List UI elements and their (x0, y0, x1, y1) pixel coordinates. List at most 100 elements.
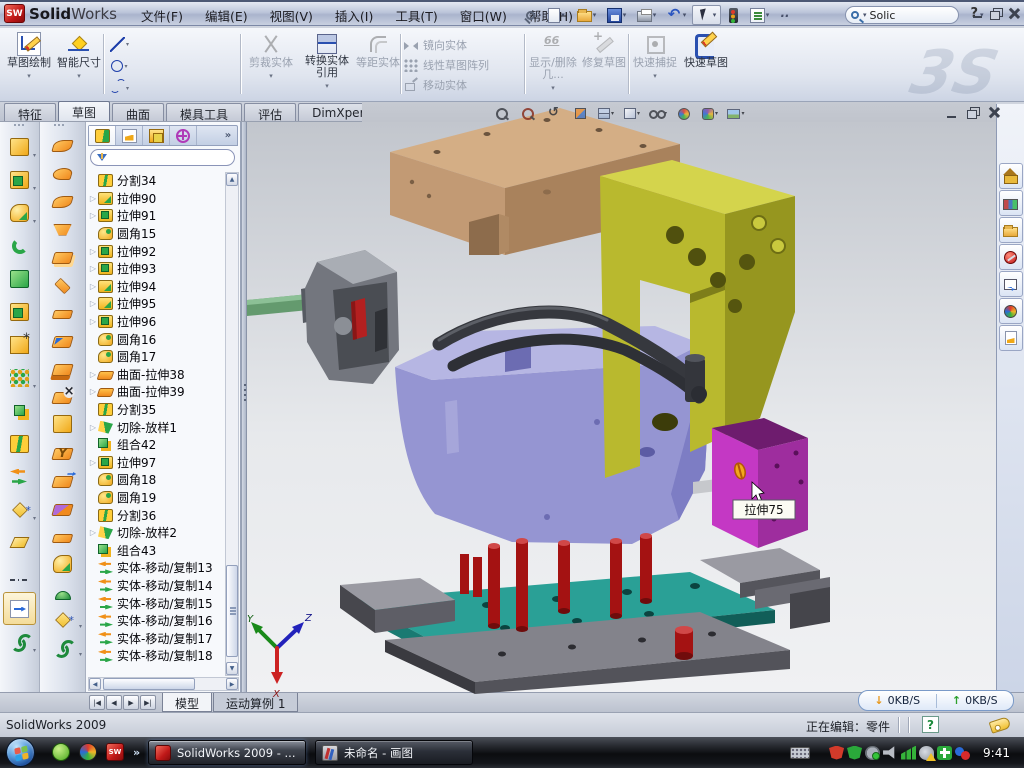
tree-item[interactable]: ▷ 分割34 (88, 172, 224, 190)
tree-item[interactable]: ▷ 曲面-拉伸39 (88, 383, 224, 401)
new-document-icon[interactable] (542, 5, 571, 25)
mirror-entities-button[interactable]: 镜向实体 (404, 35, 524, 55)
red-shield-icon[interactable] (829, 746, 844, 760)
smart-dimension-button[interactable]: 智能尺寸 (56, 32, 102, 98)
doc-restore-button[interactable] (966, 106, 982, 120)
tree-item[interactable]: ▷ 拉伸94 (88, 278, 224, 296)
tree-item[interactable]: ▷ 圆角18 (88, 471, 224, 489)
rebuild-icon[interactable] (722, 5, 744, 25)
extruded-surface-icon[interactable] (40, 186, 85, 214)
close-button[interactable] (1007, 7, 1021, 20)
split-icon[interactable] (0, 427, 39, 460)
quick-tips-button[interactable]: ? (922, 716, 939, 733)
featuremanager-tab[interactable] (89, 126, 116, 145)
tree-item[interactable]: ▷ 拉伸90 (88, 190, 224, 208)
extend-surface-icon[interactable] (40, 466, 85, 494)
scrollbar-thumb[interactable] (103, 678, 195, 690)
print-icon[interactable] (632, 5, 661, 25)
extruded-boss-icon[interactable] (0, 130, 39, 163)
expand-icon[interactable]: ▷ (88, 317, 98, 326)
trim-entities-button[interactable]: 剪裁实体 (246, 32, 296, 98)
first-tab-icon[interactable]: |◀ (89, 695, 105, 710)
expand-icon[interactable]: ▷ (88, 282, 98, 291)
green-shield-icon[interactable] (847, 746, 862, 760)
taskbar-button[interactable]: 未命名 - 画图 (315, 740, 473, 765)
repair-sketch-button[interactable]: 修复草图 (582, 32, 626, 98)
tree-item[interactable]: ▷ 实体-移动/复制15 (88, 594, 224, 612)
green-cross-icon[interactable] (937, 746, 952, 760)
overflow-icon[interactable] (775, 5, 797, 25)
search-dropdown-icon[interactable]: ▾ (863, 11, 867, 19)
filled-surface-icon[interactable] (40, 270, 85, 298)
file-explorer-icon[interactable] (999, 217, 1023, 243)
linear-pattern-icon[interactable] (0, 361, 39, 394)
toolbox-icon[interactable] (999, 244, 1023, 270)
surface-fillet-icon[interactable] (40, 550, 85, 578)
swept-surface-icon[interactable] (40, 130, 85, 158)
color-ball-icon[interactable] (79, 743, 97, 761)
edit-appearance-icon[interactable] (672, 105, 696, 122)
hide-show-items-icon[interactable] (646, 105, 670, 122)
sketch-tool-icon[interactable] (3, 592, 36, 625)
tree-item[interactable]: ▷ 分割36 (88, 506, 224, 524)
start-button[interactable] (6, 738, 35, 767)
sync-pair-icon[interactable] (955, 746, 970, 760)
menu-item[interactable]: 窗口(W) (449, 6, 518, 25)
menu-item[interactable]: 工具(T) (384, 6, 448, 25)
part-clamp[interactable] (305, 250, 399, 384)
tree-item[interactable]: ▷ 实体-移动/复制16 (88, 612, 224, 630)
zoom-fit-icon[interactable] (490, 105, 514, 122)
tree-item[interactable]: ▷ 拉伸93 (88, 260, 224, 278)
sheet-tab[interactable]: 运动算例 1 (213, 693, 298, 712)
minimize-button[interactable] (971, 7, 985, 20)
save-icon[interactable] (602, 5, 631, 25)
reference-point-icon[interactable] (0, 493, 39, 526)
expand-icon[interactable]: ▷ (88, 423, 98, 432)
display-delete-relations-button[interactable]: 显示/删除几... (528, 32, 578, 98)
next-tab-icon[interactable]: ▶ (123, 695, 139, 710)
undo-icon[interactable] (662, 5, 691, 25)
tree-item[interactable]: ▷ 拉伸92 (88, 242, 224, 260)
solidworks-qk-icon[interactable]: SW (106, 743, 124, 761)
pin-icon[interactable] (519, 5, 541, 25)
move-entities-button[interactable]: 移动实体 (404, 75, 524, 95)
expand-icon[interactable]: ▷ (88, 264, 98, 273)
open-icon[interactable] (572, 5, 601, 25)
move-copy-body-icon[interactable] (0, 460, 39, 493)
apply-scene-icon[interactable] (698, 105, 722, 122)
tree-item[interactable]: ▷ 实体-移动/复制14 (88, 577, 224, 595)
tree-item[interactable]: ▷ 实体-移动/复制18 (88, 647, 224, 665)
expand-icon[interactable]: ▷ (88, 247, 98, 256)
dome-icon[interactable] (40, 578, 85, 606)
tree-vertical-scrollbar[interactable]: ▲ ▼ (225, 172, 239, 676)
expand-icon[interactable]: ▷ (88, 211, 98, 220)
tree-item[interactable]: ▷ 组合43 (88, 541, 224, 559)
scroll-left-icon[interactable]: ◀ (89, 678, 101, 690)
command-tab[interactable]: 模具工具 (166, 103, 242, 121)
scroll-right-icon[interactable]: ▶ (226, 678, 238, 690)
fillet-icon[interactable] (0, 196, 39, 229)
tree-horizontal-scrollbar[interactable]: ◀ ▶ (88, 677, 239, 691)
tree-item[interactable]: ▷ 拉伸96 (88, 313, 224, 331)
tag-icon[interactable] (989, 716, 1012, 734)
thicken-icon[interactable] (40, 522, 85, 550)
planar-surface-icon[interactable] (40, 298, 85, 326)
tree-item[interactable]: ▷ 圆角17 (88, 348, 224, 366)
keyboard-tray-icon[interactable] (790, 747, 810, 759)
lofted-surface-icon[interactable] (40, 214, 85, 242)
part-insert-block[interactable] (712, 418, 808, 548)
manager-tabs-overflow[interactable]: » (219, 126, 237, 145)
reference-point-b-icon[interactable] (40, 606, 85, 634)
command-tab[interactable]: 评估 (244, 103, 296, 121)
options-icon[interactable] (745, 5, 774, 25)
tree-item[interactable]: ▷ 拉伸97 (88, 454, 224, 472)
view-orientation-icon[interactable] (594, 105, 618, 122)
plane-icon[interactable] (0, 526, 39, 559)
menu-item[interactable]: 插入(I) (324, 6, 384, 25)
design-library-icon[interactable] (999, 190, 1023, 216)
quick-snaps-button[interactable]: 快速捕捉 (632, 32, 678, 98)
helix-spiral-icon[interactable] (40, 634, 85, 662)
clock[interactable]: 9:41 (983, 746, 1010, 760)
section-view-icon[interactable] (568, 105, 592, 122)
swept-boss-icon[interactable] (0, 229, 39, 262)
